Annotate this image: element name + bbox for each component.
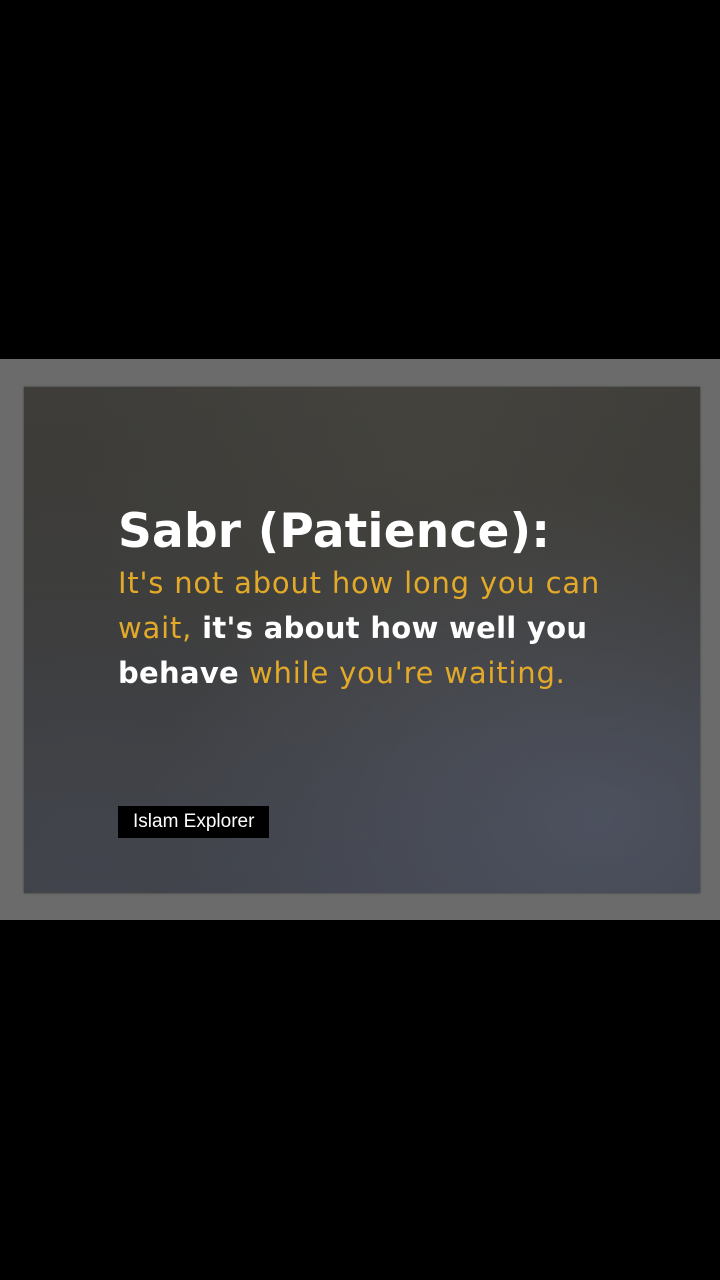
quote-body: It's not about how long you can wait, it… (118, 561, 618, 696)
quote-segment-plain: while you're waiting. (239, 656, 566, 690)
quote-card: Sabr (Patience): It's not about how long… (24, 387, 700, 893)
image-viewer: Sabr (Patience): It's not about how long… (0, 0, 720, 1280)
photo-frame: Sabr (Patience): It's not about how long… (0, 359, 720, 920)
quote-title: Sabr (Patience): (118, 504, 551, 559)
quote-text-block: Sabr (Patience): It's not about how long… (118, 503, 618, 696)
brand-badge: Islam Explorer (118, 806, 270, 838)
